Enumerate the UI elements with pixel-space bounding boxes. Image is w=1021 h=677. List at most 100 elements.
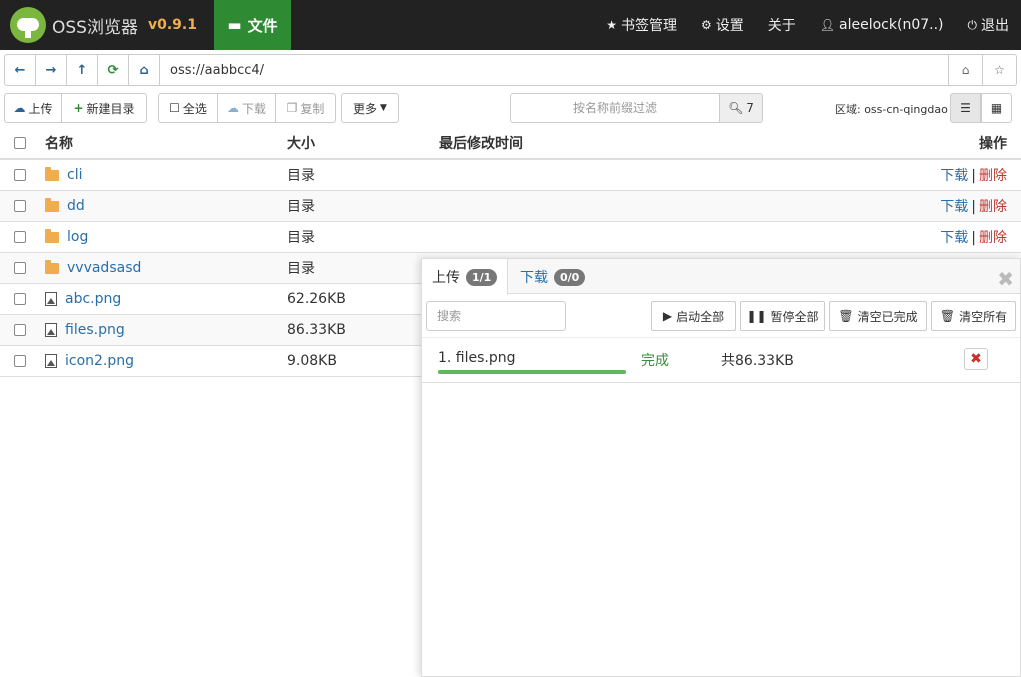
delete-link[interactable]: 删除: [979, 230, 1007, 246]
row-name-cell: vvvadsasd: [45, 259, 141, 276]
download-link[interactable]: 下载: [940, 230, 968, 246]
back-button[interactable]: ←: [5, 55, 36, 85]
new-folder-label: 新建目录: [86, 101, 135, 116]
pause-all-button[interactable]: ❚❚ 暂停全部: [740, 301, 825, 331]
file-name-link[interactable]: icon2.png: [65, 353, 134, 369]
refresh-button[interactable]: ⟳: [98, 55, 129, 85]
row-name-cell: abc.png: [45, 291, 121, 307]
transfer-progress-bar: [438, 370, 626, 374]
trash-icon: 🗑︎: [939, 309, 956, 323]
file-name-link[interactable]: vvvadsasd: [67, 260, 141, 276]
bookmark-button[interactable]: ☆: [982, 55, 1016, 85]
op-separator: |: [971, 199, 976, 215]
row-checkbox[interactable]: [14, 231, 26, 243]
transfer-item: 1. files.png 完成 共86.33KB ✖: [422, 337, 1020, 383]
nav-files-label: 文件: [247, 16, 278, 35]
row-checkbox[interactable]: [14, 293, 26, 305]
row-checkbox[interactable]: [14, 355, 26, 367]
header-modified[interactable]: 最后修改时间: [439, 133, 523, 153]
more-dropdown[interactable]: 更多 ▼: [341, 93, 399, 123]
nav-user[interactable]: 👤︎ aleelock(n07..): [808, 0, 956, 50]
row-checkbox[interactable]: [14, 324, 26, 336]
upload-badge: 1/1: [466, 268, 498, 286]
new-folder-button[interactable]: + 新建目录: [61, 93, 147, 123]
header-size[interactable]: 大小: [287, 133, 315, 153]
transfer-tabs: 上传 1/1 下载 0/0 ✖: [422, 259, 1020, 295]
app-name: OSS浏览器: [52, 17, 138, 38]
checkbox-icon: ☐: [169, 101, 180, 115]
file-name-link[interactable]: cli: [67, 167, 82, 183]
home-icon: ⌂: [139, 62, 149, 78]
row-checkbox[interactable]: [14, 169, 26, 181]
home-icon: ⌂: [961, 63, 970, 77]
bucket-home-button[interactable]: ⌂: [948, 55, 982, 85]
nav-files-tab[interactable]: ▬ 文件: [214, 0, 291, 50]
start-all-button[interactable]: ▶ 启动全部: [651, 301, 736, 331]
image-file-icon: [45, 323, 57, 337]
row-size: 62.26KB: [287, 291, 346, 307]
filter-search-button[interactable]: 🔍︎ 7: [719, 93, 763, 123]
tab-upload-label: 上传: [432, 270, 460, 286]
nav-bookmarks[interactable]: ★ 书签管理: [594, 0, 689, 50]
nav-right: ★ 书签管理 ⚙ 设置 关于 👤︎ aleelock(n07..) ⏻ 退出: [594, 0, 1021, 50]
table-header: 名称 大小 最后修改时间 操作: [0, 128, 1021, 160]
file-name-link[interactable]: abc.png: [65, 291, 121, 307]
filter-input[interactable]: [510, 93, 720, 123]
file-name-link[interactable]: files.png: [65, 322, 125, 338]
home-button[interactable]: ⌂: [129, 55, 160, 85]
download-button[interactable]: ☁ 下载: [217, 93, 276, 123]
arrow-right-icon: →: [45, 62, 57, 78]
table-row[interactable]: cli 目录 下载 | 删除: [0, 160, 1021, 191]
copy-label: 复制: [300, 101, 325, 116]
row-name-cell: dd: [45, 197, 85, 214]
download-link[interactable]: 下载: [940, 168, 968, 184]
arrow-left-icon: ←: [14, 62, 26, 78]
star-outline-icon: ☆: [994, 63, 1005, 77]
nav-bookmarks-label: 书签管理: [621, 18, 678, 34]
download-link[interactable]: 下载: [940, 199, 968, 215]
nav-about-label: 关于: [767, 18, 796, 34]
nav-about[interactable]: 关于: [756, 0, 808, 50]
nav-settings[interactable]: ⚙ 设置: [689, 0, 756, 50]
plus-icon: +: [73, 101, 84, 115]
address-input[interactable]: [160, 55, 948, 85]
remove-transfer-button[interactable]: ✖: [964, 348, 988, 370]
nav-logout[interactable]: ⏻ 退出: [956, 0, 1021, 50]
cloud-upload-icon: ☁: [13, 101, 26, 115]
user-icon: 👤︎: [819, 18, 836, 32]
list-view-button[interactable]: ☰: [950, 93, 981, 123]
row-checkbox[interactable]: [14, 262, 26, 274]
transfer-item-size: 共86.33KB: [721, 353, 794, 369]
tab-download[interactable]: 下载 0/0: [510, 259, 595, 295]
clear-done-button[interactable]: 🗑︎ 清空已完成: [829, 301, 927, 331]
upload-button[interactable]: ☁ 上传: [4, 93, 62, 123]
brand[interactable]: OSS浏览器 v0.9.1: [10, 7, 197, 43]
transfer-search-input[interactable]: [426, 301, 566, 331]
nav-settings-label: 设置: [715, 18, 744, 34]
row-checkbox[interactable]: [14, 200, 26, 212]
close-icon[interactable]: ✖: [997, 267, 1014, 291]
clear-all-button[interactable]: 🗑︎ 清空所有: [931, 301, 1016, 331]
cloud-download-icon: ☁: [226, 101, 239, 115]
refresh-icon: ⟳: [107, 62, 119, 78]
start-all-label: 启动全部: [676, 309, 725, 324]
forward-button[interactable]: →: [36, 55, 67, 85]
nav-user-label: aleelock(n07..): [839, 17, 944, 33]
select-all-checkbox[interactable]: [14, 137, 26, 149]
copy-button[interactable]: ❐ 复制: [275, 93, 336, 123]
file-name-link[interactable]: log: [67, 229, 88, 245]
tab-download-label: 下载: [520, 270, 548, 286]
file-name-link[interactable]: dd: [67, 198, 85, 214]
nav-logout-label: 退出: [981, 18, 1009, 34]
select-all-button[interactable]: ☐ 全选: [158, 93, 218, 123]
delete-link[interactable]: 删除: [979, 168, 1007, 184]
table-row[interactable]: dd 目录 下载 | 删除: [0, 191, 1021, 222]
power-icon: ⏻: [967, 17, 978, 32]
tab-upload[interactable]: 上传 1/1: [422, 259, 509, 295]
delete-link[interactable]: 删除: [979, 199, 1007, 215]
grid-view-button[interactable]: ▦: [981, 93, 1012, 123]
grid-icon: ▦: [990, 101, 1003, 115]
table-row[interactable]: log 目录 下载 | 删除: [0, 222, 1021, 253]
up-button[interactable]: ↑: [67, 55, 98, 85]
header-name[interactable]: 名称: [45, 133, 73, 153]
